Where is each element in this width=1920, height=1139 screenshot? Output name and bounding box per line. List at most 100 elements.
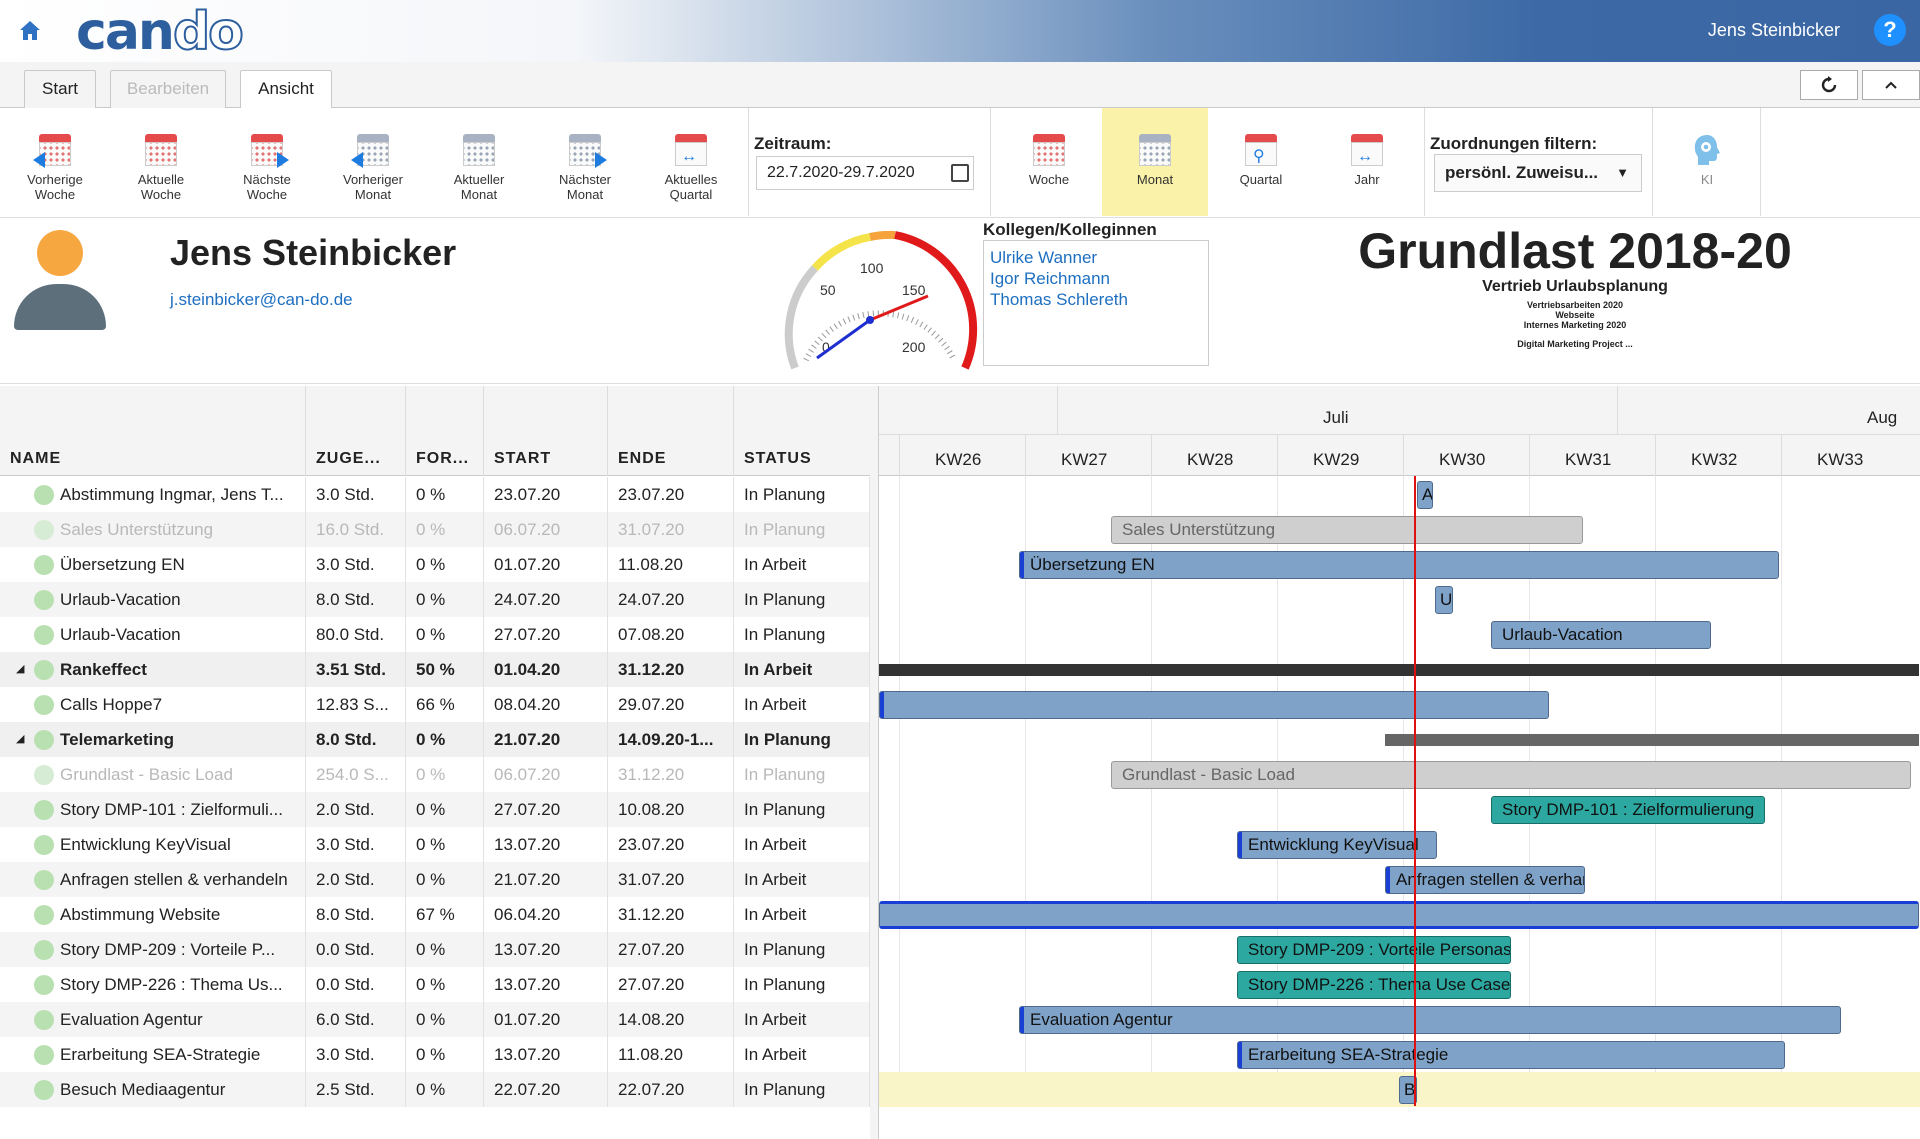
status-dot-icon [34, 905, 54, 925]
cell-status: In Planung [734, 792, 870, 827]
table-row[interactable]: Grundlast - Basic Load 254.0 S... 0 % 06.07… [0, 757, 870, 792]
table-row[interactable]: Besuch Mediaagentur 2.5 Std. 0 % 22.07.20 22… [0, 1072, 870, 1107]
table-row[interactable]: Evaluation Agentur 6.0 Std. 0 % 01.07.20 14.… [0, 1002, 870, 1037]
splitter[interactable] [870, 386, 878, 1139]
table-row[interactable]: Abstimmung Website 8.0 Std. 67 % 06.04.20 31… [0, 897, 870, 932]
gantt-bar-label: Story DMP-101 : Zielformulierung [1502, 800, 1755, 819]
table-row[interactable]: Urlaub-Vacation 8.0 Std. 0 % 24.07.20 24.07.… [0, 582, 870, 617]
next-month-button[interactable]: Nächster Monat [532, 108, 638, 216]
collapse-ribbon-button[interactable] [1862, 70, 1920, 100]
table-row[interactable]: Erarbeitung SEA-Strategie 3.0 Std. 0 % 13.0… [0, 1037, 870, 1072]
ribbon-separator [1760, 108, 1761, 216]
status-dot-icon [34, 590, 54, 610]
gantt-bar[interactable]: Sales Unterstützung [1111, 516, 1583, 544]
table-row[interactable]: Story DMP-101 : Zielformuli... 2.0 Std. 0 … [0, 792, 870, 827]
table-row[interactable]: Sales Unterstützung 16.0 Std. 0 % 06.07.20 3… [0, 512, 870, 547]
table-row[interactable]: Story DMP-226 : Thema Us... 0.0 Std. 0 % 13… [0, 967, 870, 1002]
column-header-name[interactable]: NAME [0, 386, 306, 476]
gantt-bar[interactable]: Erarbeitung SEA-Strategie [1237, 1041, 1785, 1069]
gantt-bar[interactable] [879, 901, 1919, 929]
gantt-bar[interactable]: Übersetzung EN [1019, 551, 1779, 579]
current-week-button[interactable]: Aktuelle Woche [108, 108, 214, 216]
gantt-bar[interactable]: Story DMP-101 : Zielformulierung [1491, 796, 1765, 824]
gantt-bar[interactable]: Evaluation Agentur [1019, 1006, 1841, 1034]
column-header-start[interactable]: START [484, 386, 608, 476]
gantt-bar[interactable]: Story DMP-226 : Thema Use Cases [1237, 971, 1511, 999]
next-week-label: Nächste Woche [243, 172, 291, 202]
cell-start: 27.07.20 [484, 617, 608, 652]
current-quarter-button[interactable]: ↔ Aktuelles Quartal [638, 108, 744, 216]
tab-start[interactable]: Start [24, 70, 96, 108]
gantt-bar[interactable] [879, 691, 1549, 719]
home-icon[interactable] [16, 16, 44, 44]
colleague-link[interactable]: Igor Reichmann [990, 268, 1202, 289]
tab-ansicht[interactable]: Ansicht [240, 70, 332, 109]
table-row[interactable]: Anfragen stellen & verhandeln 2.0 Std. 0 %… [0, 862, 870, 897]
table-row[interactable]: Übersetzung EN 3.0 Std. 0 % 01.07.20 11.08.2… [0, 547, 870, 582]
project-panel: Grundlast 2018-20 Vertrieb Urlaubsplanun… [1330, 218, 1820, 349]
cell-start: 06.04.20 [484, 897, 608, 932]
calendar-range-icon: ↔ [673, 132, 709, 168]
date-picker-icon[interactable] [951, 164, 969, 182]
gantt-bar[interactable]: A [1417, 481, 1433, 509]
workload-gauge: 50 100 150 0 200 [760, 218, 980, 378]
cell-status: In Planung [734, 932, 870, 967]
filter-select[interactable]: persönl. Zuweisu... ▼ [1434, 154, 1642, 192]
prev-week-button[interactable]: Vorherige Woche [2, 108, 108, 216]
cell-start: 13.07.20 [484, 967, 608, 1002]
zeitraum-group: Zeitraum: 22.7.2020-29.7.2020 [748, 108, 988, 216]
table-row[interactable]: Story DMP-209 : Vorteile P... 0.0 Std. 0 %… [0, 932, 870, 967]
column-header-assigned[interactable]: ZUGE... [306, 386, 406, 476]
column-header-progress[interactable]: FOR... [406, 386, 484, 476]
cell-start: 01.07.20 [484, 547, 608, 582]
bar-progress-marker [1020, 1007, 1024, 1033]
cell-status: In Arbeit [734, 1002, 870, 1037]
next-week-button[interactable]: Nächste Woche [214, 108, 320, 216]
gantt-bar-label: Story DMP-209 : Vorteile Personas [1248, 940, 1511, 959]
view-year-button[interactable]: ↔ Jahr [1314, 108, 1420, 216]
bar-progress-marker [1020, 552, 1024, 578]
prev-month-button[interactable]: Vorheriger Monat [320, 108, 426, 216]
view-month-button[interactable]: Monat [1102, 108, 1208, 216]
zeitraum-input[interactable]: 22.7.2020-29.7.2020 [756, 156, 974, 190]
gantt-summary-bar[interactable] [879, 664, 1919, 676]
cell-status: In Arbeit [734, 652, 870, 687]
expand-toggle-icon[interactable]: ◢ [16, 722, 24, 757]
tab-bearbeiten[interactable]: Bearbeiten [110, 70, 226, 108]
table-row[interactable]: Abstimmung Ingmar, Jens T... 3.0 Std. 0 % 2… [0, 477, 870, 512]
profile-email[interactable]: j.steinbicker@can-do.de [170, 290, 353, 310]
view-week-label: Woche [1028, 172, 1070, 187]
colleague-link[interactable]: Ulrike Wanner [990, 247, 1202, 268]
status-dot-icon [34, 520, 54, 540]
view-quarter-button[interactable]: ⚲ Quartal [1208, 108, 1314, 216]
filter-value: persönl. Zuweisu... [1445, 163, 1599, 182]
gantt-bar[interactable]: U [1435, 586, 1453, 614]
current-user-name[interactable]: Jens Steinbicker [1708, 20, 1840, 41]
table-row[interactable]: Rankeffect 3.51 Std. 50 % 01.04.20 31.12.20 I… [0, 652, 870, 687]
table-row[interactable]: Urlaub-Vacation 80.0 Std. 0 % 27.07.20 07.08… [0, 617, 870, 652]
cell-for: 67 % [406, 897, 484, 932]
filter-label: Zuordnungen filtern: [1430, 134, 1598, 153]
view-week-button[interactable]: Woche [996, 108, 1102, 216]
expand-toggle-icon[interactable]: ◢ [16, 652, 24, 687]
table-row[interactable]: Calls Hoppe7 12.83 S... 66 % 08.04.20 29.07.… [0, 687, 870, 722]
table-row[interactable]: Entwicklung KeyVisual 3.0 Std. 0 % 13.07.20… [0, 827, 870, 862]
table-row[interactable]: Telemarketing 8.0 Std. 0 % 21.07.20 14.09.20… [0, 722, 870, 757]
help-icon[interactable]: ? [1874, 14, 1906, 46]
column-header-status[interactable]: STATUS [734, 386, 870, 476]
refresh-icon [1821, 76, 1837, 93]
gantt-bar[interactable]: Grundlast - Basic Load [1111, 761, 1911, 789]
colleague-link[interactable]: Thomas Schlereth [990, 289, 1202, 310]
current-month-button[interactable]: Aktueller Monat [426, 108, 532, 216]
cell-for: 50 % [406, 652, 484, 687]
calendar-month-icon [461, 132, 497, 168]
ki-button[interactable]: KI [1654, 108, 1760, 216]
cell-ende: 10.08.20 [608, 792, 734, 827]
cell-for: 0 % [406, 582, 484, 617]
gantt-summary-bar[interactable] [1385, 734, 1919, 746]
gantt-bar[interactable]: Entwicklung KeyVisual [1237, 831, 1437, 859]
refresh-button[interactable] [1800, 70, 1858, 100]
column-header-end[interactable]: ENDE [608, 386, 734, 476]
gantt-bar[interactable]: Story DMP-209 : Vorteile Personas [1237, 936, 1511, 964]
gantt-bar[interactable]: Urlaub-Vacation [1491, 621, 1711, 649]
